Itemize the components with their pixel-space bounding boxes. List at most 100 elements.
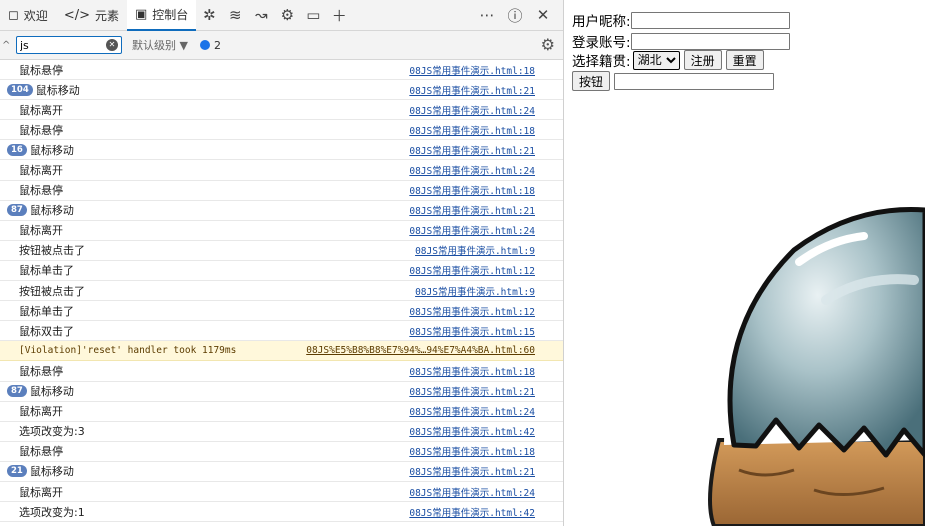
issue-count: 2 [213, 38, 221, 52]
plain-button[interactable]: 按钮 [572, 71, 611, 91]
account-label: 登录账号: [572, 35, 631, 51]
source-link[interactable]: 08JS常用事件演示.html:18 [409, 123, 535, 137]
source-link[interactable]: 08JS常用事件演示.html:18 [409, 183, 535, 197]
console-message-text: 鼠标悬停 [19, 63, 63, 77]
nickname-row: 用户昵称: [572, 10, 790, 30]
console-message-text: 选项改变为:1 [19, 505, 85, 519]
origin-label: 选择籍贯: [572, 54, 631, 70]
console-message: 鼠标离开 [19, 162, 63, 178]
source-link[interactable]: 08JS常用事件演示.html:12 [409, 263, 535, 277]
source-link[interactable]: 08JS常用事件演示.html:21 [409, 83, 535, 97]
register-button[interactable]: 注册 [683, 50, 722, 70]
extra-input[interactable] [614, 72, 775, 90]
tab-console[interactable]: ▣ 控制台 [127, 0, 197, 31]
console-message-text: 鼠标离开 [19, 224, 63, 238]
help-icon[interactable]: ⓘ [501, 0, 529, 30]
console-message-text: 鼠标移动 [29, 465, 74, 479]
console-row: 87 鼠标移动 08JS常用事件演示.html:21 [0, 201, 563, 221]
source-link[interactable]: 08JS常用事件演示.html:21 [409, 464, 535, 478]
source-link[interactable]: 08JS常用事件演示.html:24 [409, 103, 535, 117]
nickname-input[interactable] [630, 11, 790, 29]
source-link[interactable]: 08JS常用事件演示.html:9 [415, 243, 535, 257]
gear-icon[interactable]: ⚙ [274, 0, 300, 30]
source-link[interactable]: 08JS常用事件演示.html:24 [409, 485, 535, 499]
repeat-count-badge: 21 [7, 465, 27, 478]
window-icon[interactable]: ▭ [300, 0, 326, 30]
performance-icon[interactable]: ↝ [248, 0, 274, 30]
source-link[interactable]: 08JS常用事件演示.html:21 [409, 384, 535, 398]
console-message: 104 鼠标移动 [7, 82, 80, 98]
console-message: 鼠标悬停 [19, 182, 63, 198]
close-icon[interactable]: ✕ [529, 0, 557, 30]
console-message: 鼠标悬停 [19, 363, 63, 379]
console-message: 鼠标双击了 [19, 323, 74, 339]
console-message: 鼠标离开 [19, 102, 63, 118]
tab-label: 控制台 [152, 8, 189, 22]
filter-box[interactable]: ✕ [16, 36, 122, 54]
repeat-count-badge: 87 [7, 204, 27, 217]
source-link[interactable]: 08JS常用事件演示.html:15 [409, 324, 535, 338]
button-row: 按钮 [572, 71, 775, 91]
console-message-text: 鼠标悬停 [19, 184, 63, 198]
reset-button[interactable]: 重置 [725, 50, 764, 70]
console-settings-icon[interactable]: ⚙ [541, 35, 555, 54]
source-link[interactable]: 08JS常用事件演示.html:18 [409, 364, 535, 378]
console-message: 按钮被点击了 [19, 242, 85, 258]
console-row: 鼠标悬停 08JS常用事件演示.html:18 [0, 361, 563, 382]
source-link[interactable]: 08JS常用事件演示.html:21 [409, 143, 535, 157]
console-row: 鼠标悬停 08JS常用事件演示.html:18 [0, 181, 563, 201]
devtools-tabbar: ◻ 欢迎 </> 元素 ▣ 控制台 ✲ ≋ ↝ ⚙ ▭ ＋ ⋯ ⓘ ✕ [0, 0, 563, 31]
source-link[interactable]: 08JS常用事件演示.html:18 [409, 63, 535, 77]
issues-badge[interactable]: 2 [199, 38, 221, 52]
source-link[interactable]: 08JS常用事件演示.html:24 [409, 223, 535, 237]
message-icon [199, 40, 210, 50]
source-link[interactable]: 08JS常用事件演示.html:24 [409, 404, 535, 418]
source-link[interactable]: 08JS%E5%B8%B8%E7%94%…94%E7%A4%BA.html:60 [306, 345, 535, 356]
console-row: 21 鼠标移动 08JS常用事件演示.html:21 [0, 462, 563, 482]
log-level-select[interactable]: 默认级别 ▼ [132, 37, 188, 53]
tab-welcome[interactable]: ◻ 欢迎 [0, 0, 56, 30]
more-icon[interactable]: ⋯ [473, 0, 501, 30]
console-message-text: [Violation]'reset' handler took 1179ms [19, 345, 237, 357]
console-row: 按钮被点击了 08JS常用事件演示.html:9 [0, 241, 563, 261]
console-message-text: 鼠标离开 [19, 103, 63, 117]
tab-label: 元素 [94, 8, 119, 23]
tab-elements[interactable]: </> 元素 [56, 0, 127, 30]
console-row: 鼠标单击了 08JS常用事件演示.html:12 [0, 261, 563, 282]
wifi-icon[interactable]: ≋ [222, 0, 248, 30]
console-message: 选项改变为:3 [19, 423, 85, 439]
console-row: 104 鼠标移动 08JS常用事件演示.html:21 [0, 80, 563, 101]
source-link[interactable]: 08JS常用事件演示.html:9 [415, 284, 535, 298]
console-row: 鼠标离开 08JS常用事件演示.html:24 [0, 100, 563, 121]
sidebar-toggle-icon[interactable]: ^ [0, 40, 14, 51]
console-message: 鼠标单击了 [19, 262, 74, 278]
console-message-text: 鼠标单击了 [19, 264, 74, 278]
source-link[interactable]: 08JS常用事件演示.html:24 [409, 163, 535, 177]
console-message: 鼠标单击了 [19, 303, 74, 319]
console-message: 鼠标离开 [19, 222, 63, 238]
console-message-text: 鼠标移动 [29, 143, 74, 157]
filter-input[interactable] [20, 38, 106, 52]
source-link[interactable]: 08JS常用事件演示.html:42 [409, 505, 535, 519]
add-tab-icon[interactable]: ＋ [326, 0, 352, 30]
console-filterbar: ^ ✕ 默认级别 ▼ 2 ⚙ [0, 31, 563, 60]
console-message-text: 按钮被点击了 [19, 284, 85, 298]
console-row: 鼠标悬停 08JS常用事件演示.html:18 [0, 120, 563, 141]
console-message: 选项改变为:1 [19, 504, 85, 520]
source-link[interactable]: 08JS常用事件演示.html:42 [409, 424, 535, 438]
source-link[interactable]: 08JS常用事件演示.html:21 [409, 203, 535, 217]
origin-select[interactable]: 湖北 [632, 50, 680, 70]
account-input[interactable] [630, 32, 790, 50]
source-link[interactable]: 08JS常用事件演示.html:18 [409, 444, 535, 458]
console-message-text: 鼠标移动 [35, 83, 80, 97]
tab-label: 欢迎 [23, 8, 48, 23]
bug-icon[interactable]: ✲ [196, 0, 222, 30]
console-row: 鼠标单击了 08JS常用事件演示.html:12 [0, 301, 563, 322]
console-message: 16 鼠标移动 [7, 142, 74, 158]
console-message: 按钮被点击了 [19, 283, 85, 299]
console-message-text: 鼠标离开 [19, 405, 63, 419]
clear-filter-icon[interactable]: ✕ [106, 39, 118, 51]
source-link[interactable]: 08JS常用事件演示.html:12 [409, 304, 535, 318]
origin-row: 选择籍贯: 湖北 注册 重置 [572, 50, 764, 70]
console-log: 鼠标悬停 08JS常用事件演示.html:18 104 鼠标移动 08JS常用事件演示.… [0, 60, 563, 523]
